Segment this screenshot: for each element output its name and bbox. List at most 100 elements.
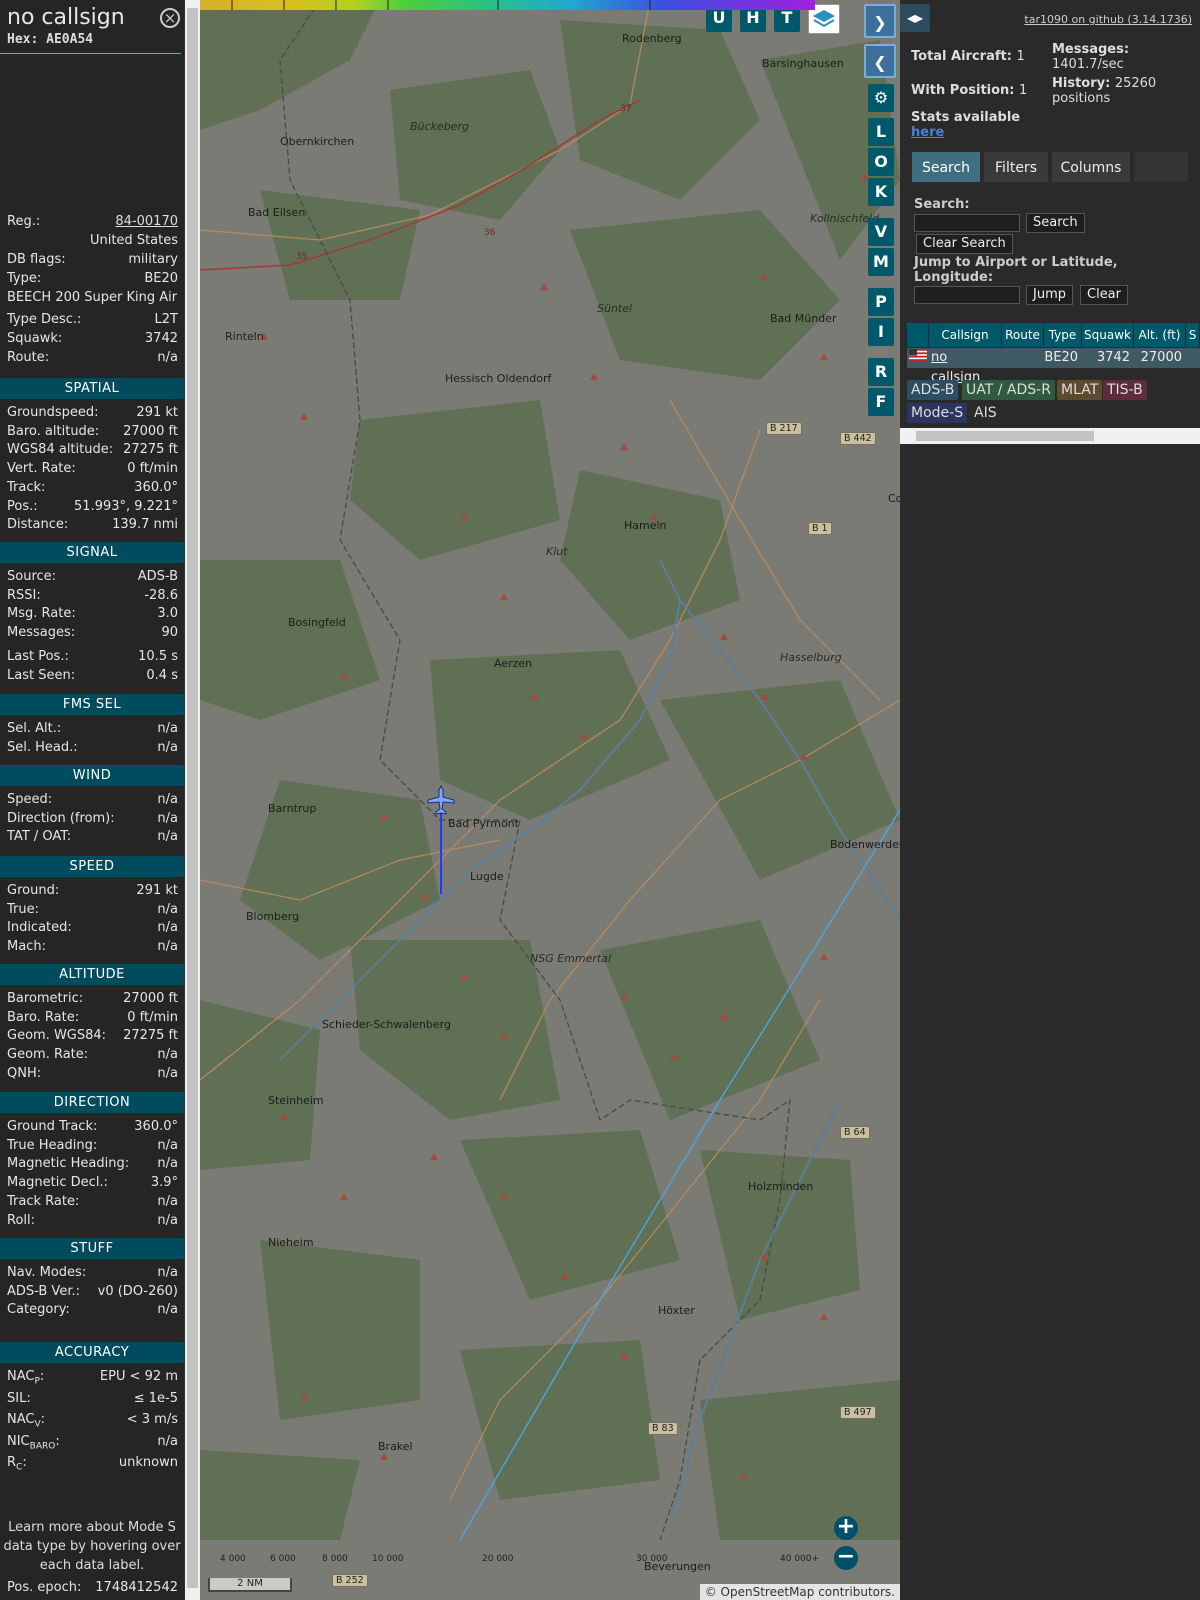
- stuff-label-text: ADS-B Ver.:: [7, 1283, 80, 1299]
- source-chip-modes[interactable]: Mode-S: [907, 403, 968, 423]
- spatial-row: Distance: 139.7 nmi: [7, 517, 178, 536]
- place-label: Bodenwerder: [830, 838, 900, 851]
- source-chip-adsb[interactable]: ADS-B: [907, 380, 959, 400]
- toggle-panel-icon[interactable]: ◂▸: [900, 4, 930, 32]
- map-attribution[interactable]: © OpenStreetMap contributors.: [699, 1584, 900, 1600]
- spatial-row: Pos.: 51.993°, 9.221°: [7, 499, 178, 518]
- speed-row: True: n/a: [7, 902, 178, 921]
- tab-search[interactable]: Search: [911, 151, 981, 183]
- speed-value: n/a: [157, 901, 178, 917]
- table-header-altitude[interactable]: Alt. (ft): [1134, 323, 1186, 347]
- expand-right-icon[interactable]: ❯: [864, 4, 896, 38]
- clear-jump-button[interactable]: Clear: [1080, 285, 1128, 305]
- reg-link[interactable]: 84-00170: [115, 214, 178, 229]
- altitude-label-text: Baro. Rate:: [7, 1009, 80, 1025]
- wind-label-text: TAT / OAT:: [7, 829, 72, 845]
- accuracy-label: NACP:: [7, 1369, 45, 1387]
- altitude-row: Barometric: 27000 ft: [7, 991, 178, 1010]
- source-chip-uat[interactable]: UAT / ADS-R: [962, 380, 1055, 400]
- map-terrain: [200, 0, 900, 1600]
- place-label: Aerzen: [494, 657, 533, 670]
- stats-link[interactable]: here: [911, 125, 944, 140]
- place-label: Schieder-Schwalenberg: [322, 1018, 451, 1031]
- map-button-f[interactable]: F: [868, 388, 894, 416]
- signal-value: 90: [161, 625, 178, 641]
- fms-value: n/a: [157, 739, 178, 755]
- search-input[interactable]: [914, 214, 1020, 232]
- close-icon[interactable]: ×: [160, 8, 180, 28]
- wind-row: Speed: n/a: [7, 792, 178, 811]
- collapse-left-icon[interactable]: ❮: [864, 44, 896, 78]
- source-chip-tisb[interactable]: TIS-B: [1103, 380, 1147, 400]
- section-header-speed: SPEED: [0, 856, 184, 877]
- row-altitude: 27000: [1134, 348, 1186, 368]
- map-button-p[interactable]: P: [868, 288, 894, 316]
- spatial-label-text: Track:: [7, 479, 46, 495]
- map-button-m[interactable]: M: [868, 248, 894, 276]
- source-chip-mlat[interactable]: MLAT: [1057, 380, 1103, 400]
- sidebar-scroll-thumb[interactable]: [187, 8, 198, 1588]
- jump-button[interactable]: Jump: [1026, 285, 1073, 305]
- search-button[interactable]: Search: [1026, 213, 1085, 233]
- clear-search-button[interactable]: Clear Search: [916, 234, 1013, 254]
- table-horizontal-scrollbar[interactable]: [900, 428, 1200, 444]
- map-button-k[interactable]: K: [868, 178, 894, 206]
- road-label: B 1: [808, 522, 832, 535]
- speed-row: Indicated: n/a: [7, 920, 178, 939]
- source-chip-ais[interactable]: AIS: [970, 403, 1001, 423]
- direction-row: Track Rate: n/a: [7, 1194, 178, 1213]
- table-header-s[interactable]: S: [1186, 323, 1200, 347]
- map-button-i[interactable]: I: [868, 318, 894, 346]
- tab-columns[interactable]: Columns: [1051, 151, 1131, 183]
- zoom-in-icon[interactable]: +: [834, 1516, 858, 1540]
- spatial-row: Vert. Rate: 0 ft/min: [7, 461, 178, 480]
- settings-gear-icon[interactable]: ⚙: [868, 84, 894, 112]
- signal-row: Source: ADS-B: [7, 569, 178, 588]
- fms-value: n/a: [157, 721, 178, 736]
- signal-row: Msg. Rate: 3.0: [7, 606, 178, 625]
- wind-row: TAT / OAT: n/a: [7, 829, 178, 848]
- map-button-o[interactable]: O: [868, 148, 894, 176]
- jump-input[interactable]: [914, 286, 1020, 304]
- speed-value: n/a: [157, 939, 178, 955]
- fms-row: Sel. Head.: n/a: [7, 740, 178, 759]
- route-label: Route:: [7, 350, 50, 365]
- signal-row: Last Seen: 0.4 s: [7, 668, 178, 687]
- tab-filters[interactable]: Filters: [983, 151, 1049, 183]
- altitude-label: Geom. Rate:: [7, 1047, 88, 1066]
- speed-value: 291 kt: [136, 883, 178, 898]
- direction-label: Ground Track:: [7, 1119, 97, 1138]
- altitude-label: Barometric:: [7, 991, 83, 1010]
- speed-label-text: Ground:: [7, 883, 60, 898]
- row-callsign-link[interactable]: no callsign: [929, 348, 1002, 385]
- table-header-callsign[interactable]: Callsign: [929, 323, 1002, 347]
- zoom-out-icon[interactable]: −: [834, 1546, 858, 1570]
- direction-value: 360.0°: [134, 1119, 178, 1134]
- map-view[interactable]: StadthagenRodenbergBarsinghausenBückeber…: [200, 0, 900, 1600]
- hex-code: Hex: AE0A54: [7, 32, 94, 47]
- section-header-spatial: SPATIAL: [0, 378, 184, 399]
- accuracy-label-text: SIL:: [7, 1390, 31, 1406]
- table-scroll-thumb[interactable]: [916, 431, 1094, 441]
- reg-label: Reg.:: [7, 214, 41, 229]
- legend-label: 6 000: [270, 1554, 296, 1564]
- legend-label: 4 000: [220, 1554, 246, 1564]
- callsign-title: no callsign: [7, 5, 125, 30]
- section-header-signal: SIGNAL: [0, 542, 184, 563]
- section-header-altitude: ALTITUDE: [0, 964, 184, 985]
- road-label: B 217: [766, 422, 802, 435]
- table-header-route[interactable]: Route: [1002, 323, 1044, 347]
- spatial-label-text: Distance:: [7, 517, 69, 533]
- sidebar-scrollbar[interactable]: [185, 0, 200, 1600]
- messages-value: 1401.7/sec: [1052, 57, 1124, 72]
- map-button-l[interactable]: L: [868, 118, 894, 146]
- spatial-value: 291 kt: [136, 405, 178, 420]
- place-label: Brakel: [378, 1440, 413, 1453]
- map-button-r[interactable]: R: [868, 358, 894, 386]
- table-header-type[interactable]: Type: [1044, 323, 1082, 347]
- speed-label-text: Mach:: [7, 939, 46, 955]
- github-link[interactable]: tar1090 on github (3.14.1736): [1024, 13, 1192, 26]
- map-button-v[interactable]: V: [868, 218, 894, 246]
- table-header-squawk[interactable]: Squawk: [1082, 323, 1134, 347]
- altitude-label-text: Barometric:: [7, 991, 84, 1006]
